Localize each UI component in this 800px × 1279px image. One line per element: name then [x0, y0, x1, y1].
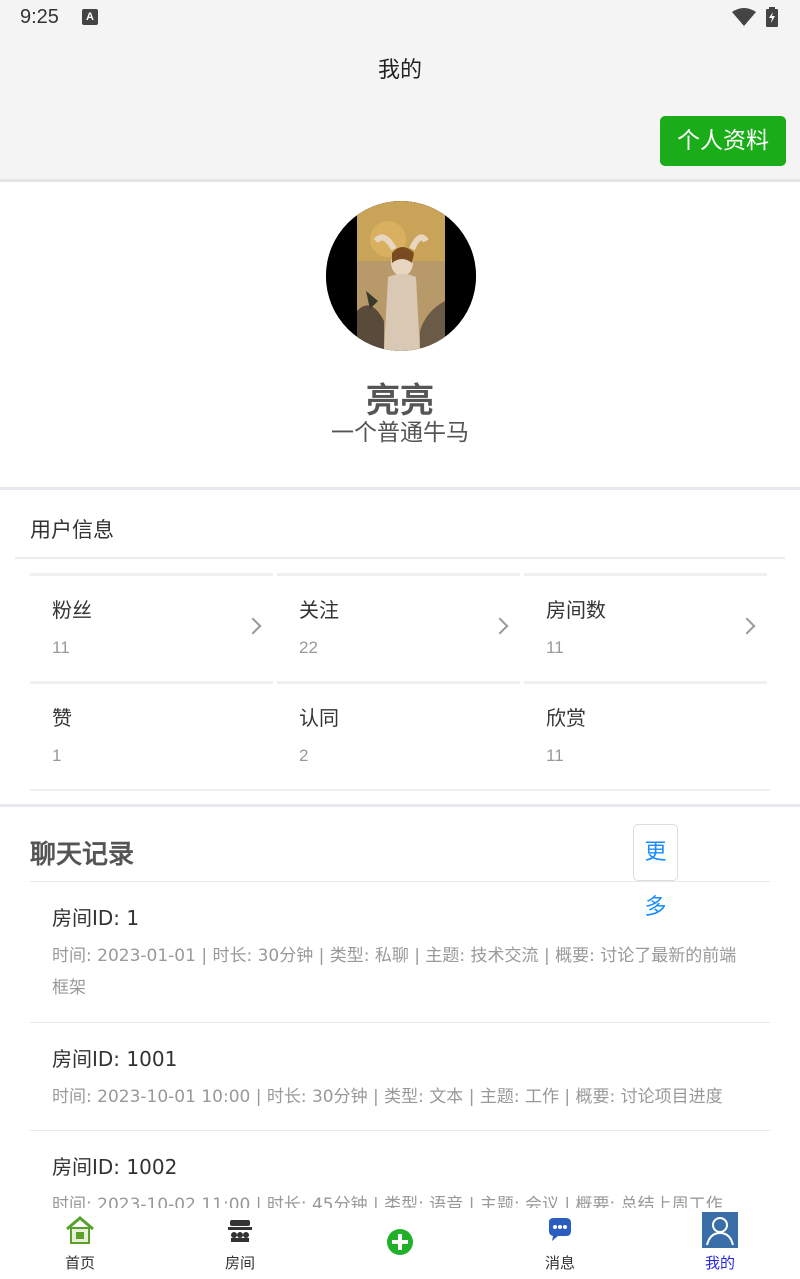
- nav-label: 房间: [224, 1254, 255, 1272]
- stat-agree: 认同 2: [277, 681, 520, 785]
- room-id: 房间ID: 1002: [52, 1155, 178, 1179]
- avatar-image: [326, 201, 476, 351]
- stat-label: 认同: [299, 706, 339, 730]
- chevron-right-icon: [491, 617, 509, 635]
- section-divider: [0, 804, 800, 807]
- nav-home[interactable]: 首页: [0, 1208, 160, 1279]
- stat-following[interactable]: 关注 22: [277, 573, 520, 677]
- stat-label: 房间数: [546, 598, 606, 622]
- chat-record-item[interactable]: 房间ID: 1002 时间: 2023-10-02 11:00 | 时长: 45…: [30, 1131, 770, 1208]
- nav-message[interactable]: 消息: [480, 1208, 640, 1279]
- bottom-nav: 首页 房间 消息 我的: [0, 1208, 800, 1279]
- stat-value: 1: [52, 746, 62, 765]
- stat-label: 关注: [299, 598, 339, 622]
- stat-value: 2: [299, 746, 309, 765]
- stat-likes: 赞 1: [30, 681, 273, 785]
- user-info-title: 用户信息: [30, 518, 114, 542]
- stat-label: 欣赏: [546, 706, 586, 730]
- user-signature: 一个普通牛马: [331, 420, 469, 446]
- stat-value: 11: [546, 638, 564, 657]
- stat-fans[interactable]: 粉丝 11: [30, 573, 273, 677]
- nav-mine[interactable]: 我的: [640, 1208, 800, 1279]
- room-id: 房间ID: 1001: [52, 1047, 178, 1071]
- notification-icon: A: [82, 9, 98, 25]
- nav-room[interactable]: 房间: [160, 1208, 320, 1279]
- room-description: 时间: 2023-10-01 10:00 | 时长: 30分钟 | 类型: 文本…: [52, 1087, 723, 1107]
- page-title: 我的: [377, 58, 422, 83]
- chevron-right-icon: [244, 617, 262, 635]
- nav-label: 消息: [544, 1254, 575, 1272]
- stat-label: 粉丝: [52, 598, 92, 622]
- chevron-right-icon: [738, 617, 756, 635]
- chat-list: 房间ID: 1 时间: 2023-01-01 | 时长: 30分钟 | 类型: …: [0, 882, 800, 1208]
- room-icon: [228, 1220, 252, 1242]
- nav-label: 我的: [704, 1254, 735, 1272]
- room-description: 时间: 2023-01-01 | 时长: 30分钟 | 类型: 私聊 | 主题:…: [52, 946, 737, 998]
- more-button[interactable]: 更多: [633, 824, 678, 920]
- nav-add[interactable]: [320, 1208, 480, 1279]
- stat-appreciate: 欣赏 11: [524, 681, 767, 785]
- add-icon: [387, 1229, 413, 1255]
- home-icon: [66, 1216, 94, 1244]
- profile-card: 亮亮 一个普通牛马: [0, 185, 800, 490]
- room-description: 时间: 2023-10-02 11:00 | 时长: 45分钟 | 类型: 语音…: [52, 1195, 723, 1208]
- battery-icon: [766, 7, 778, 27]
- stat-value: 22: [299, 638, 318, 657]
- stat-value: 11: [52, 638, 70, 657]
- chat-record-item[interactable]: 房间ID: 1001 时间: 2023-10-01 10:00 | 时长: 30…: [30, 1023, 770, 1131]
- status-bar: 9:25 A: [0, 0, 800, 36]
- divider: [30, 789, 770, 791]
- stat-rooms[interactable]: 房间数 11: [524, 573, 767, 677]
- room-id: 房间ID: 1: [52, 906, 140, 930]
- avatar[interactable]: [326, 201, 476, 351]
- profile-icon: [702, 1212, 738, 1248]
- status-time: 9:25: [20, 6, 59, 28]
- profile-info-button[interactable]: 个人资料: [660, 116, 786, 166]
- nav-label: 首页: [64, 1254, 95, 1272]
- message-icon: [549, 1218, 571, 1241]
- chat-record-item[interactable]: 房间ID: 1 时间: 2023-01-01 | 时长: 30分钟 | 类型: …: [30, 882, 770, 1023]
- chat-records-title: 聊天记录: [30, 840, 135, 870]
- stat-label: 赞: [52, 706, 72, 730]
- stat-value: 11: [546, 746, 564, 765]
- divider: [15, 557, 785, 559]
- app-header: 我的 个人资料: [0, 36, 800, 182]
- wifi-icon: [732, 8, 756, 26]
